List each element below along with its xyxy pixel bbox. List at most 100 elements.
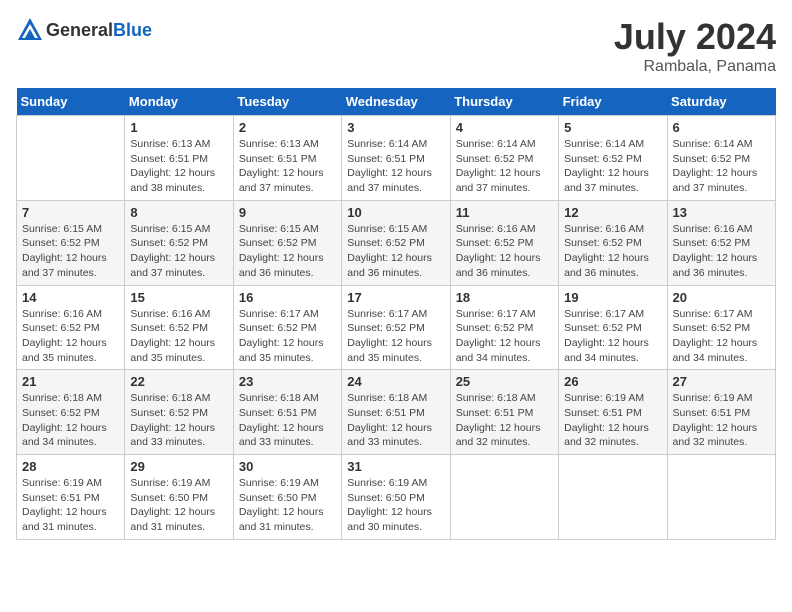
day-header-tuesday: Tuesday	[233, 88, 341, 116]
day-info: Sunrise: 6:19 AM Sunset: 6:50 PM Dayligh…	[130, 476, 227, 535]
day-number: 27	[673, 374, 770, 389]
day-info: Sunrise: 6:18 AM Sunset: 6:52 PM Dayligh…	[130, 391, 227, 450]
calendar-cell: 20Sunrise: 6:17 AM Sunset: 6:52 PM Dayli…	[667, 285, 775, 370]
calendar-cell: 18Sunrise: 6:17 AM Sunset: 6:52 PM Dayli…	[450, 285, 558, 370]
day-number: 10	[347, 205, 444, 220]
calendar-cell: 2Sunrise: 6:13 AM Sunset: 6:51 PM Daylig…	[233, 116, 341, 201]
day-info: Sunrise: 6:16 AM Sunset: 6:52 PM Dayligh…	[130, 307, 227, 366]
day-number: 24	[347, 374, 444, 389]
day-header-thursday: Thursday	[450, 88, 558, 116]
day-info: Sunrise: 6:15 AM Sunset: 6:52 PM Dayligh…	[239, 222, 336, 281]
day-number: 9	[239, 205, 336, 220]
day-number: 30	[239, 459, 336, 474]
calendar-cell	[17, 116, 125, 201]
page-header: GeneralBlue July 2024 Rambala, Panama	[16, 16, 776, 76]
day-number: 20	[673, 290, 770, 305]
calendar-cell: 26Sunrise: 6:19 AM Sunset: 6:51 PM Dayli…	[559, 370, 667, 455]
day-info: Sunrise: 6:18 AM Sunset: 6:52 PM Dayligh…	[22, 391, 119, 450]
calendar-cell: 14Sunrise: 6:16 AM Sunset: 6:52 PM Dayli…	[17, 285, 125, 370]
day-number: 3	[347, 120, 444, 135]
day-number: 29	[130, 459, 227, 474]
day-info: Sunrise: 6:15 AM Sunset: 6:52 PM Dayligh…	[22, 222, 119, 281]
day-info: Sunrise: 6:16 AM Sunset: 6:52 PM Dayligh…	[456, 222, 553, 281]
day-info: Sunrise: 6:17 AM Sunset: 6:52 PM Dayligh…	[347, 307, 444, 366]
calendar-cell: 22 Sunrise: 6:18 AM Sunset: 6:52 PM Dayli…	[125, 370, 233, 455]
calendar-cell: 8 Sunrise: 6:15 AM Sunset: 6:52 PM Daylig…	[125, 200, 233, 285]
calendar-cell: 16Sunrise: 6:17 AM Sunset: 6:52 PM Dayli…	[233, 285, 341, 370]
title-area: July 2024 Rambala, Panama	[614, 16, 776, 76]
day-header-saturday: Saturday	[667, 88, 775, 116]
calendar-cell	[559, 455, 667, 540]
day-number: 8	[130, 205, 227, 220]
calendar-week-4: 28 Sunrise: 6:19 AM Sunset: 6:51 PM Dayli…	[17, 455, 776, 540]
calendar-cell: 3Sunrise: 6:14 AM Sunset: 6:51 PM Daylig…	[342, 116, 450, 201]
calendar-week-2: 14Sunrise: 6:16 AM Sunset: 6:52 PM Dayli…	[17, 285, 776, 370]
day-info: Sunrise: 6:14 AM Sunset: 6:52 PM Dayligh…	[673, 137, 770, 196]
day-number: 19	[564, 290, 661, 305]
day-info: Sunrise: 6:15 AM Sunset: 6:52 PM Dayligh…	[347, 222, 444, 281]
calendar-cell: 15 Sunrise: 6:16 AM Sunset: 6:52 PM Dayli…	[125, 285, 233, 370]
day-number: 16	[239, 290, 336, 305]
calendar-cell: 30 Sunrise: 6:19 AM Sunset: 6:50 PM Dayli…	[233, 455, 341, 540]
day-number: 13	[673, 205, 770, 220]
calendar-body: 1 Sunrise: 6:13 AM Sunset: 6:51 PM Daylig…	[17, 116, 776, 540]
day-number: 23	[239, 374, 336, 389]
day-number: 28	[22, 459, 119, 474]
logo: GeneralBlue	[16, 16, 152, 44]
day-info: Sunrise: 6:14 AM Sunset: 6:52 PM Dayligh…	[564, 137, 661, 196]
day-info: Sunrise: 6:18 AM Sunset: 6:51 PM Dayligh…	[456, 391, 553, 450]
day-info: Sunrise: 6:19 AM Sunset: 6:50 PM Dayligh…	[239, 476, 336, 535]
calendar-week-0: 1 Sunrise: 6:13 AM Sunset: 6:51 PM Daylig…	[17, 116, 776, 201]
day-info: Sunrise: 6:18 AM Sunset: 6:51 PM Dayligh…	[347, 391, 444, 450]
day-info: Sunrise: 6:19 AM Sunset: 6:51 PM Dayligh…	[673, 391, 770, 450]
day-number: 31	[347, 459, 444, 474]
day-number: 5	[564, 120, 661, 135]
day-info: Sunrise: 6:18 AM Sunset: 6:51 PM Dayligh…	[239, 391, 336, 450]
day-number: 6	[673, 120, 770, 135]
calendar-cell: 19 Sunrise: 6:17 AM Sunset: 6:52 PM Dayli…	[559, 285, 667, 370]
calendar-cell	[667, 455, 775, 540]
day-info: Sunrise: 6:13 AM Sunset: 6:51 PM Dayligh…	[239, 137, 336, 196]
day-number: 12	[564, 205, 661, 220]
calendar-cell: 31 Sunrise: 6:19 AM Sunset: 6:50 PM Dayli…	[342, 455, 450, 540]
day-info: Sunrise: 6:16 AM Sunset: 6:52 PM Dayligh…	[564, 222, 661, 281]
location-title: Rambala, Panama	[614, 58, 776, 76]
day-info: Sunrise: 6:17 AM Sunset: 6:52 PM Dayligh…	[564, 307, 661, 366]
day-header-wednesday: Wednesday	[342, 88, 450, 116]
day-info: Sunrise: 6:19 AM Sunset: 6:50 PM Dayligh…	[347, 476, 444, 535]
calendar-cell: 25 Sunrise: 6:18 AM Sunset: 6:51 PM Dayli…	[450, 370, 558, 455]
day-number: 25	[456, 374, 553, 389]
calendar-cell: 11 Sunrise: 6:16 AM Sunset: 6:52 PM Dayli…	[450, 200, 558, 285]
day-info: Sunrise: 6:14 AM Sunset: 6:52 PM Dayligh…	[456, 137, 553, 196]
calendar-cell: 4 Sunrise: 6:14 AM Sunset: 6:52 PM Daylig…	[450, 116, 558, 201]
day-number: 26	[564, 374, 661, 389]
day-number: 7	[22, 205, 119, 220]
calendar-cell: 28 Sunrise: 6:19 AM Sunset: 6:51 PM Dayli…	[17, 455, 125, 540]
day-number: 15	[130, 290, 227, 305]
calendar-cell: 23 Sunrise: 6:18 AM Sunset: 6:51 PM Dayli…	[233, 370, 341, 455]
calendar-table: SundayMondayTuesdayWednesdayThursdayFrid…	[16, 88, 776, 540]
calendar-header-row: SundayMondayTuesdayWednesdayThursdayFrid…	[17, 88, 776, 116]
day-number: 1	[130, 120, 227, 135]
calendar-cell: 9 Sunrise: 6:15 AM Sunset: 6:52 PM Daylig…	[233, 200, 341, 285]
logo-icon	[16, 16, 44, 44]
day-info: Sunrise: 6:15 AM Sunset: 6:52 PM Dayligh…	[130, 222, 227, 281]
day-info: Sunrise: 6:13 AM Sunset: 6:51 PM Dayligh…	[130, 137, 227, 196]
day-number: 4	[456, 120, 553, 135]
day-number: 11	[456, 205, 553, 220]
calendar-cell: 17Sunrise: 6:17 AM Sunset: 6:52 PM Dayli…	[342, 285, 450, 370]
logo-blue: Blue	[113, 20, 152, 40]
calendar-cell: 5 Sunrise: 6:14 AM Sunset: 6:52 PM Daylig…	[559, 116, 667, 201]
day-info: Sunrise: 6:16 AM Sunset: 6:52 PM Dayligh…	[673, 222, 770, 281]
day-info: Sunrise: 6:19 AM Sunset: 6:51 PM Dayligh…	[22, 476, 119, 535]
calendar-cell: 10 Sunrise: 6:15 AM Sunset: 6:52 PM Dayli…	[342, 200, 450, 285]
calendar-cell: 21 Sunrise: 6:18 AM Sunset: 6:52 PM Dayli…	[17, 370, 125, 455]
day-info: Sunrise: 6:17 AM Sunset: 6:52 PM Dayligh…	[456, 307, 553, 366]
calendar-cell: 6 Sunrise: 6:14 AM Sunset: 6:52 PM Daylig…	[667, 116, 775, 201]
day-number: 21	[22, 374, 119, 389]
day-number: 22	[130, 374, 227, 389]
calendar-cell: 1 Sunrise: 6:13 AM Sunset: 6:51 PM Daylig…	[125, 116, 233, 201]
logo-general: General	[46, 20, 113, 40]
day-header-monday: Monday	[125, 88, 233, 116]
day-header-sunday: Sunday	[17, 88, 125, 116]
